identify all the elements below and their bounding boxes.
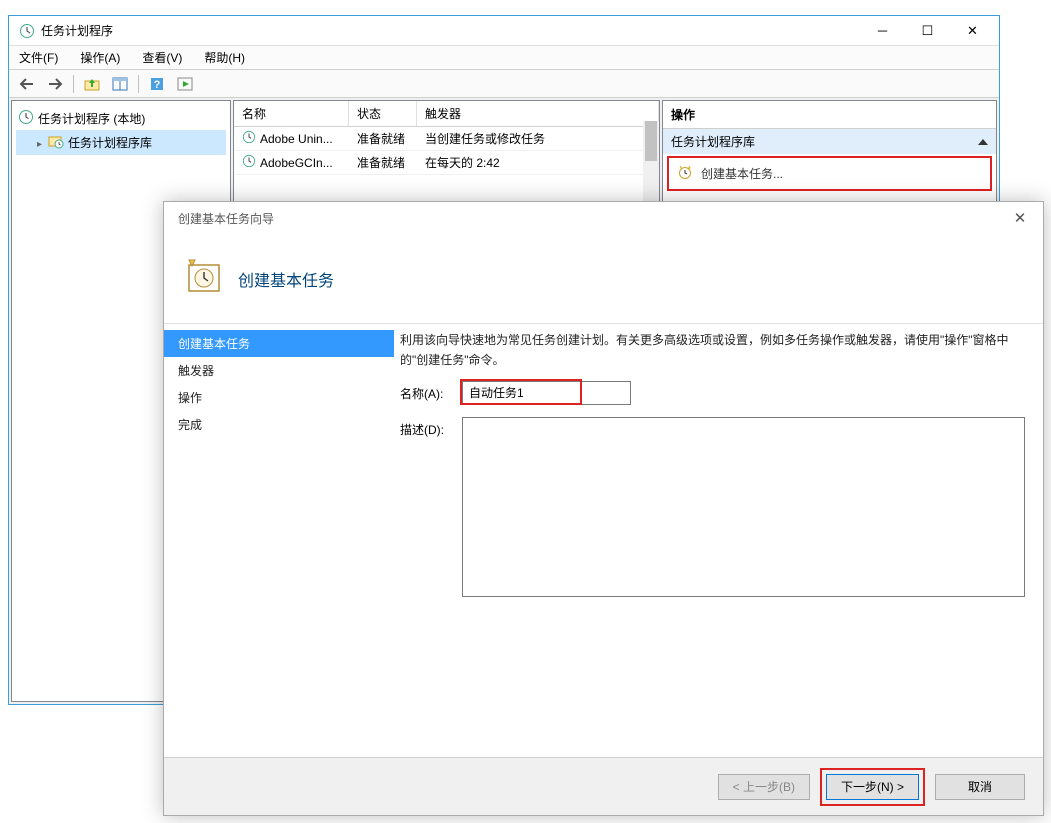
step-create-basic[interactable]: 创建基本任务 [164,330,394,357]
tree-lib-item[interactable]: 任务计划程序库 [16,130,226,155]
cell-status: 准备就绪 [349,128,417,149]
toolbar-separator [73,75,74,93]
menu-file[interactable]: 文件(F) [15,47,62,68]
actions-panel-title: 操作 [663,101,996,129]
wizard-main: 利用该向导快速地为常见任务创建计划。有关更多高级选项或设置，例如多任务操作或触发… [394,324,1043,757]
menu-bar: 文件(F) 操作(A) 查看(V) 帮助(H) [9,46,999,70]
highlight-create-basic: 创建基本任务... [667,156,992,191]
create-basic-task-label: 创建基本任务... [701,165,783,182]
task-list-header: 名称 状态 触发器 [234,101,659,127]
window-title: 任务计划程序 [41,22,860,39]
title-bar: 任务计划程序 ─ ☐ ✕ [9,16,999,46]
actions-section-label: 任务计划程序库 [671,133,755,150]
toolbar: ? [9,70,999,98]
highlight-next-button: 下一步(N) > [820,768,925,806]
collapse-icon [978,139,988,145]
run-button[interactable] [173,73,197,95]
wizard-footer: < 上一步(B) 下一步(N) > 取消 [164,757,1043,815]
col-name[interactable]: 名称 [234,101,349,126]
wizard-header: 创建基本任务 [164,234,1043,324]
desc-row: 描述(D): [400,417,1025,597]
toggle-panes-button[interactable] [108,73,132,95]
step-trigger[interactable]: 触发器 [164,357,394,384]
window-controls: ─ ☐ ✕ [860,17,995,45]
clock-icon [242,154,256,171]
table-row[interactable]: Adobe Unin... 准备就绪 当创建任务或修改任务 [234,127,659,151]
cell-status: 准备就绪 [349,152,417,173]
next-button[interactable]: 下一步(N) > [826,774,919,800]
maximize-button[interactable]: ☐ [905,17,950,45]
wizard-body: 创建基本任务 触发器 操作 完成 利用该向导快速地为常见任务创建计划。有关更多高… [164,324,1043,757]
folder-clock-icon [48,133,64,152]
desc-textarea[interactable] [462,417,1025,597]
cell-name: AdobeGCIn... [260,156,333,170]
menu-help[interactable]: 帮助(H) [200,47,249,68]
tree-root-item[interactable]: 任务计划程序 (本地) [16,107,226,130]
step-finish[interactable]: 完成 [164,411,394,438]
minimize-button[interactable]: ─ [860,17,905,45]
step-action[interactable]: 操作 [164,384,394,411]
wizard-dialog-title: 创建基本任务向导 [172,210,1005,227]
help-button[interactable]: ? [145,73,169,95]
name-input[interactable] [462,381,631,405]
name-label: 名称(A): [400,381,462,402]
wizard-icon [184,257,224,300]
back-button[interactable] [15,73,39,95]
tree-root-label: 任务计划程序 (本地) [38,110,145,127]
table-row[interactable]: AdobeGCIn... 准备就绪 在每天的 2:42 [234,151,659,175]
cell-trigger: 在每天的 2:42 [417,152,659,173]
create-basic-task-wizard: 创建基本任务向导 ✕ 创建基本任务 创建基本任务 触发器 操作 完成 利用该向导… [163,201,1044,816]
wizard-intro: 利用该向导快速地为常见任务创建计划。有关更多高级选项或设置，例如多任务操作或触发… [400,330,1025,371]
clock-icon [18,109,34,128]
col-status[interactable]: 状态 [349,101,417,126]
name-row: 名称(A): [400,381,1025,405]
new-task-icon [677,164,693,183]
cell-trigger: 当创建任务或修改任务 [417,128,659,149]
menu-action[interactable]: 操作(A) [76,47,124,68]
forward-button[interactable] [43,73,67,95]
cancel-button[interactable]: 取消 [935,774,1025,800]
close-button[interactable]: ✕ [950,17,995,45]
scrollbar-thumb[interactable] [645,121,657,161]
actions-section-head[interactable]: 任务计划程序库 [663,129,996,154]
desc-label: 描述(D): [400,417,462,438]
col-trigger[interactable]: 触发器 [417,101,659,126]
cell-name: Adobe Unin... [260,132,333,146]
toolbar-separator [138,75,139,93]
app-icon [19,23,35,39]
svg-text:?: ? [154,79,161,91]
tree-lib-label: 任务计划程序库 [68,134,152,151]
wizard-header-title: 创建基本任务 [238,267,334,291]
expand-icon [37,136,44,150]
create-basic-task-action[interactable]: 创建基本任务... [669,158,990,189]
wizard-close-button[interactable]: ✕ [1005,209,1035,227]
back-button: < 上一步(B) [718,774,810,800]
wizard-title-bar: 创建基本任务向导 ✕ [164,202,1043,234]
clock-icon [242,130,256,147]
menu-view[interactable]: 查看(V) [138,47,186,68]
wizard-steps: 创建基本任务 触发器 操作 完成 [164,324,394,757]
up-folder-button[interactable] [80,73,104,95]
